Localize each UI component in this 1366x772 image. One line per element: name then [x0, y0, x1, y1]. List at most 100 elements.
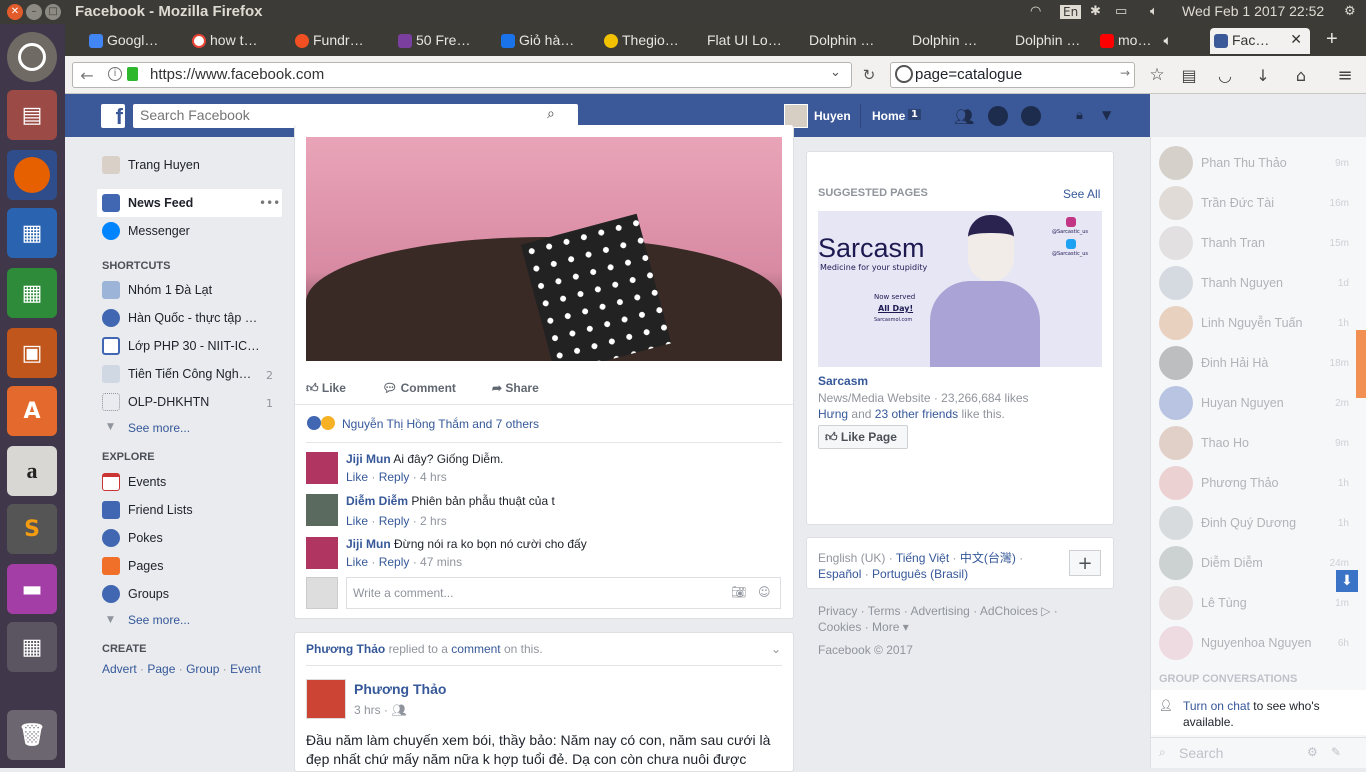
- footer-more-link[interactable]: More: [872, 620, 899, 634]
- comment-time[interactable]: 4 hrs: [420, 470, 447, 484]
- comment-like-link[interactable]: Like: [346, 470, 368, 484]
- workspace-switcher-icon[interactable]: ▦: [7, 622, 57, 672]
- commenter-avatar[interactable]: [306, 452, 338, 484]
- download-icon[interactable]: ↓: [1252, 64, 1274, 86]
- menu-hamburger-icon[interactable]: ≡: [1334, 64, 1356, 86]
- search-go-icon[interactable]: →: [1120, 66, 1130, 80]
- page-scrollbar-thumb[interactable]: [1356, 330, 1366, 398]
- tab-3[interactable]: Fundr…: [291, 28, 391, 54]
- comment-author[interactable]: Jiji Mun: [346, 452, 391, 466]
- see-all-link[interactable]: See All: [1063, 187, 1100, 201]
- bookmark-star-icon[interactable]: ☆: [1146, 64, 1168, 86]
- info-icon[interactable]: i: [108, 67, 122, 81]
- comment-time[interactable]: 2 hrs: [420, 514, 447, 528]
- comment-time[interactable]: 47 mins: [420, 555, 462, 569]
- tab-2[interactable]: how t…: [188, 28, 288, 54]
- footer-advertising-link[interactable]: Advertising: [910, 604, 969, 618]
- language-link[interactable]: Tiếng Việt: [896, 551, 949, 565]
- comment-reply-link[interactable]: Reply: [379, 470, 410, 484]
- back-button[interactable]: ←: [76, 64, 98, 86]
- download-arrow-icon[interactable]: ⬇: [1336, 570, 1358, 592]
- chat-friend-item[interactable]: Phan Thu Thảo 9m: [1159, 146, 1349, 180]
- url-text[interactable]: https://www.facebook.com: [150, 66, 324, 83]
- commenter-avatar[interactable]: [306, 537, 338, 569]
- home-icon[interactable]: ⌂: [1290, 64, 1312, 86]
- see-more-shortcuts[interactable]: See more...: [128, 421, 190, 435]
- post-photo[interactable]: [306, 137, 782, 361]
- language-link[interactable]: Español: [818, 567, 861, 581]
- sublime-icon[interactable]: S: [7, 504, 57, 554]
- privacy-lock-icon[interactable]: 🔒︎: [1076, 108, 1083, 123]
- account-menu-icon[interactable]: ▼: [1102, 108, 1111, 122]
- impress-icon[interactable]: ▣: [7, 328, 57, 378]
- facebook-logo[interactable]: f: [101, 104, 125, 129]
- comment-button[interactable]: 💬︎ Comment: [382, 381, 456, 395]
- create-event-link[interactable]: Event: [230, 662, 261, 676]
- friend-requests-icon[interactable]: 👥︎: [954, 107, 974, 126]
- post-options-chevron-icon[interactable]: ⌄: [771, 642, 781, 656]
- chat-friend-item[interactable]: Trần Đức Tài 16m: [1159, 186, 1349, 220]
- window-maximize-button[interactable]: □: [45, 4, 61, 20]
- window-minimize-button[interactable]: –: [26, 4, 42, 20]
- notif-comment-link[interactable]: comment: [451, 642, 500, 656]
- comment-author[interactable]: Diễm Diễm: [346, 494, 408, 508]
- pocket-icon[interactable]: ◡: [1214, 64, 1236, 86]
- footer-cookies-link[interactable]: Cookies: [818, 620, 861, 634]
- profile-link[interactable]: Huyen: [814, 109, 851, 123]
- reload-button[interactable]: ↻: [857, 63, 881, 87]
- see-more-explore[interactable]: See more...: [128, 613, 190, 627]
- like-button[interactable]: 👍︎ Like: [306, 381, 346, 396]
- amazon-icon[interactable]: a: [7, 446, 57, 496]
- tab-close-icon[interactable]: ✕: [1290, 31, 1302, 48]
- chat-friend-item[interactable]: Linh Nguyễn Tuấn 1h: [1159, 306, 1349, 340]
- create-advert-link[interactable]: Advert: [102, 662, 137, 676]
- messages-icon[interactable]: [988, 106, 1008, 126]
- language-link[interactable]: 中文(台灣): [960, 551, 1016, 565]
- post-author-name[interactable]: Phương Thảo: [354, 681, 446, 697]
- chat-friend-item[interactable]: Đinh Quý Dương 1h: [1159, 506, 1349, 540]
- software-center-icon[interactable]: A: [7, 386, 57, 436]
- reactions-summary[interactable]: Nguyễn Thị Hồng Thắm and 7 others: [342, 417, 539, 431]
- clock[interactable]: Wed Feb 1 2017 22:52: [1182, 3, 1324, 19]
- trash-icon[interactable]: 🗑︎: [7, 710, 57, 760]
- chat-friend-item[interactable]: Lê Tùng 1m: [1159, 586, 1349, 620]
- firefox-icon[interactable]: [7, 150, 57, 200]
- tab-9[interactable]: Dolphin …: [890, 28, 990, 54]
- language-link[interactable]: Português (Brasil): [872, 567, 968, 581]
- like-page-button[interactable]: 👍︎ Like Page: [818, 425, 908, 449]
- add-language-button[interactable]: +: [1069, 550, 1101, 576]
- window-close-button[interactable]: ✕: [7, 4, 23, 20]
- battery-icon[interactable]: ▭: [1115, 4, 1127, 19]
- emoji-icon[interactable]: ☺: [758, 585, 771, 599]
- files-icon[interactable]: ▤: [7, 90, 57, 140]
- write-comment-box[interactable]: Write a comment... 📷︎ ☺: [346, 577, 781, 609]
- chat-options-gear-icon[interactable]: ⚙: [1307, 745, 1318, 759]
- lock-icon[interactable]: [127, 67, 138, 81]
- chat-friend-item[interactable]: Nguyenhoa Nguyen 6h: [1159, 626, 1349, 660]
- tab-1[interactable]: Googl…: [85, 28, 185, 54]
- purple-app-icon[interactable]: ▬: [7, 564, 57, 614]
- tab-4[interactable]: 50 Fre…: [394, 28, 494, 54]
- tab-8[interactable]: Dolphin …: [787, 28, 887, 54]
- chat-friend-item[interactable]: Đinh Hải Hà 18m: [1159, 346, 1349, 380]
- reading-list-icon[interactable]: ▤: [1178, 64, 1200, 86]
- news-feed-more-icon[interactable]: •••: [259, 196, 280, 210]
- new-tab-button[interactable]: +: [1320, 24, 1350, 50]
- comment-reply-link[interactable]: Reply: [379, 555, 410, 569]
- volume-icon[interactable]: 🔈︎: [1150, 4, 1158, 19]
- sarcasm-ad-image[interactable]: Sarcasm Medicine for your stupidity Now …: [818, 211, 1102, 367]
- comment-author[interactable]: Jiji Mun: [346, 537, 391, 551]
- chat-friend-item[interactable]: Thanh Nguyen 1d: [1159, 266, 1349, 300]
- search-engine-icon[interactable]: [895, 65, 913, 83]
- notif-author[interactable]: Phương Thảo: [306, 642, 385, 656]
- post-timestamp[interactable]: 3 hrs · 👥︎: [354, 703, 407, 717]
- speaker-icon[interactable]: 🔈︎: [1163, 32, 1171, 48]
- tab-7[interactable]: Flat UI Lo…: [685, 28, 795, 54]
- comment-like-link[interactable]: Like: [346, 555, 368, 569]
- chat-friend-item[interactable]: Thao Ho 9m: [1159, 426, 1349, 460]
- settings-gear-icon[interactable]: ⚙: [1344, 4, 1356, 19]
- comment-reply-link[interactable]: Reply: [379, 514, 410, 528]
- home-link[interactable]: Home: [872, 109, 905, 123]
- writer-icon[interactable]: ▦: [7, 208, 57, 258]
- suggested-page-name[interactable]: Sarcasm: [818, 374, 868, 388]
